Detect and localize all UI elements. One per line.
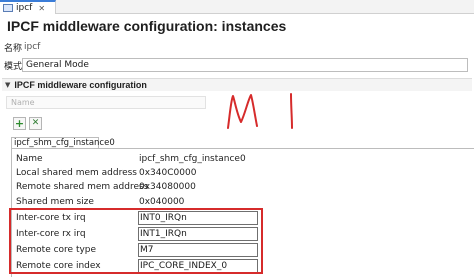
property-label: Remote core index xyxy=(16,261,101,271)
remote-core-type-input[interactable]: M7 xyxy=(138,243,258,257)
tx-irq-input[interactable]: INT0_IRQn xyxy=(138,211,258,225)
remote-core-index-input[interactable]: IPC_CORE_INDEX_0 xyxy=(138,259,258,273)
property-row-remote-shm: Remote shared mem address 0x34080000 xyxy=(13,180,468,195)
instance-toolbar: + ✕ xyxy=(13,117,42,130)
name-label: 名称 xyxy=(4,43,23,54)
section-title: IPCF middleware configuration xyxy=(14,80,147,90)
property-label: Local shared mem address xyxy=(16,168,137,178)
close-icon[interactable]: ✕ xyxy=(38,4,45,13)
config-file-icon xyxy=(3,4,13,12)
property-label: Inter-core rx irq xyxy=(16,229,86,239)
mode-field[interactable]: General Mode xyxy=(22,58,468,72)
property-row-local-shm: Local shared mem address 0x340C0000 xyxy=(13,166,468,181)
property-row-remote-core-index: Remote core index IPC_CORE_INDEX_0 xyxy=(13,259,468,274)
property-label: Shared mem size xyxy=(16,197,94,207)
editor-tab-bar: ipcf ✕ xyxy=(0,0,474,14)
property-label: Inter-core tx irq xyxy=(16,213,86,223)
property-row-remote-core-type: Remote core type M7 xyxy=(13,243,468,258)
property-label: Name xyxy=(16,154,43,164)
remove-instance-button[interactable]: ✕ xyxy=(29,117,42,130)
property-row-rx-irq: Inter-core rx irq INT1_IRQn xyxy=(13,227,468,242)
name-row: 名称 ipcf xyxy=(0,40,474,54)
tab-label: ipcf xyxy=(16,3,33,13)
name-filter-input[interactable]: Name xyxy=(6,96,206,109)
name-value: ipcf xyxy=(24,42,41,52)
property-row-name: Name ipcf_shm_cfg_instance0 xyxy=(13,152,468,167)
property-label: Remote shared mem address xyxy=(16,182,149,192)
page-title: IPCF middleware configuration: instances xyxy=(7,18,287,34)
property-value[interactable]: ipcf_shm_cfg_instance0 xyxy=(139,154,246,164)
property-value[interactable]: 0x040000 xyxy=(139,197,184,207)
add-instance-button[interactable]: + xyxy=(13,117,26,130)
mode-label: 模式 xyxy=(4,61,23,72)
tab-ipcf[interactable]: ipcf ✕ xyxy=(0,0,56,14)
property-row-tx-irq: Inter-core tx irq INT0_IRQn xyxy=(13,211,468,226)
plus-icon: + xyxy=(14,117,25,130)
property-value[interactable]: 0x340C0000 xyxy=(139,168,196,178)
property-value[interactable]: 0x34080000 xyxy=(139,182,196,192)
handwritten-annotation-drawing xyxy=(227,93,293,129)
property-label: Remote core type xyxy=(16,245,97,255)
property-row-shm-size: Shared mem size 0x040000 xyxy=(13,195,468,210)
delete-icon: ✕ xyxy=(31,118,40,128)
chevron-down-icon[interactable]: ▼ xyxy=(5,81,10,89)
rx-irq-input[interactable]: INT1_IRQn xyxy=(138,227,258,241)
